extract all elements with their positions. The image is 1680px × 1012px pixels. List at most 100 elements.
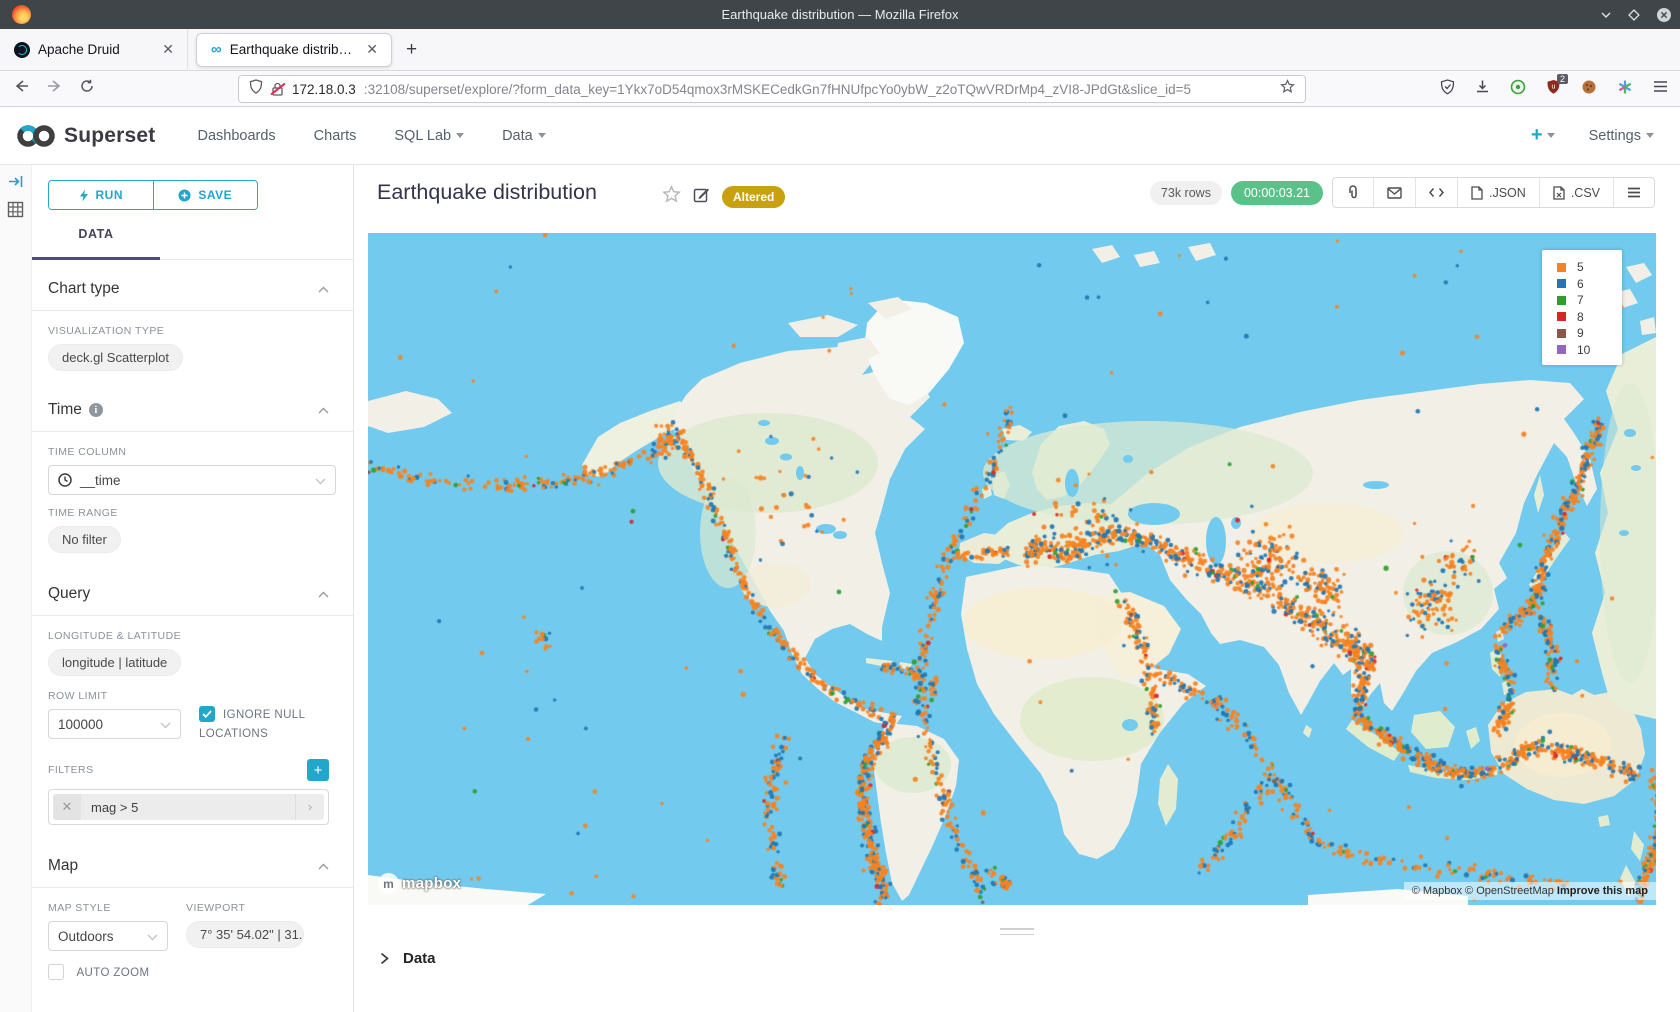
viewport-label: VIEWPORT (186, 902, 316, 914)
clock-icon (58, 473, 72, 487)
chart-menu-button[interactable] (1613, 178, 1654, 207)
section-query[interactable]: Query (32, 559, 353, 616)
window-maximize-icon[interactable] (1628, 9, 1640, 21)
map-style-select[interactable]: Outdoors (48, 921, 168, 951)
superset-favicon-icon: ∞ (211, 42, 222, 58)
time-range-value[interactable]: No filter (48, 526, 121, 553)
superset-logo[interactable]: Superset (16, 123, 155, 149)
viz-type-label: VISUALIZATION TYPE (48, 325, 329, 337)
window-titlebar: Earthquake distribution — Mozilla Firefo… (0, 0, 1680, 29)
pinwheel-extension-icon[interactable] (1617, 79, 1633, 100)
legend-label: 8 (1577, 310, 1584, 324)
new-item-button[interactable]: + (1531, 124, 1555, 147)
row-limit-select[interactable]: 100000 (48, 709, 181, 739)
tab-strip: Apache Druid ✕ ∞ Earthquake distribution… (0, 29, 1680, 71)
tracking-shield-icon[interactable] (249, 79, 263, 99)
viz-type-value[interactable]: deck.gl Scatterplot (48, 344, 183, 371)
window-close-icon[interactable] (1656, 7, 1672, 23)
tab-label: Apache Druid (38, 42, 151, 57)
time-range-label: TIME RANGE (48, 507, 329, 519)
nav-item-data[interactable]: Data (502, 128, 546, 144)
left-rail (0, 165, 32, 1012)
row-limit-label: ROW LIMIT (48, 690, 181, 702)
section-point-size[interactable]: Point Size (32, 988, 353, 1012)
browser-tab-earthquake-distribution[interactable]: ∞ Earthquake distribution ✕ (196, 33, 392, 67)
viewport-value[interactable]: 7° 35' 54.02" | 31... (186, 921, 304, 948)
chevron-up-icon (318, 863, 329, 870)
altered-badge[interactable]: Altered (722, 186, 785, 208)
section-map[interactable]: Map (32, 831, 353, 888)
active-tab-indicator (32, 257, 160, 260)
collapse-panel-icon[interactable] (7, 173, 24, 195)
data-panel-toggle[interactable]: Data (380, 950, 436, 967)
url-bar[interactable]: 172.18.0.3 :32108/superset/explore/?form_… (238, 75, 1306, 103)
panel-resize-handle[interactable] (1000, 928, 1034, 939)
new-tab-button[interactable]: + (406, 39, 417, 61)
privacy-extension-icon[interactable] (1510, 79, 1526, 100)
tab-close-icon[interactable]: ✕ (159, 41, 177, 58)
browser-tab-apache-druid[interactable]: Apache Druid ✕ (0, 29, 188, 71)
chevron-up-icon (318, 407, 329, 414)
legend-swatch (1557, 279, 1566, 288)
legend-item: 10 (1542, 342, 1622, 359)
protections-shield-icon[interactable] (1440, 79, 1455, 100)
export-json-button[interactable]: .JSON (1457, 178, 1539, 207)
chevron-down-icon (315, 478, 326, 485)
brand-name: Superset (64, 124, 155, 148)
add-filter-button[interactable]: + (307, 759, 329, 781)
legend-label: 9 (1577, 326, 1584, 340)
code-icon (1429, 187, 1444, 198)
auto-zoom-label: AUTO ZOOM (76, 967, 149, 979)
window-minimize-icon[interactable] (1600, 9, 1612, 21)
legend-swatch (1557, 312, 1566, 321)
ignore-null-checkbox[interactable] (199, 706, 215, 722)
tab-close-icon[interactable]: ✕ (363, 41, 381, 58)
menu-icon[interactable] (1653, 80, 1668, 98)
check-icon (202, 710, 212, 718)
superset-navbar: Superset Dashboards Charts SQL Lab Data … (0, 107, 1680, 165)
run-button[interactable]: RUN (49, 181, 154, 209)
legend-label: 6 (1577, 277, 1584, 291)
back-button[interactable] (14, 79, 29, 98)
url-path: :32108/superset/explore/?form_data_key=1… (364, 82, 1272, 97)
export-csv-button[interactable]: .CSV (1539, 178, 1613, 207)
chart-title: Earthquake distribution (377, 180, 597, 205)
nav-item-charts[interactable]: Charts (314, 128, 357, 144)
section-chart-type[interactable]: Chart type (32, 260, 353, 311)
chevron-up-icon (318, 591, 329, 598)
bookmark-star-icon[interactable] (1280, 79, 1295, 99)
url-host: 172.18.0.3 (292, 82, 356, 97)
settings-menu[interactable]: Settings (1589, 128, 1654, 144)
time-column-select[interactable]: __time (48, 465, 336, 495)
chevron-right-icon (380, 952, 389, 965)
nav-item-sql-lab[interactable]: SQL Lab (394, 128, 464, 144)
tab-data[interactable]: DATA (32, 227, 160, 241)
map-attribution: © Mapbox © OpenStreetMap Improve this ma… (1404, 882, 1656, 900)
nav-item-dashboards[interactable]: Dashboards (197, 128, 275, 144)
insecure-lock-icon[interactable] (271, 82, 284, 97)
cookie-extension-icon[interactable] (1581, 79, 1597, 100)
deckgl-scatter-map[interactable]: 5678910 m mapbox © Mapbox © OpenStreetMa… (368, 233, 1656, 905)
edit-properties-icon[interactable] (693, 186, 710, 208)
expand-filter-icon[interactable]: › (295, 794, 324, 820)
chevron-down-icon (147, 934, 158, 941)
save-button[interactable]: SAVE (154, 181, 258, 209)
ublock-icon[interactable]: u2 (1546, 79, 1561, 100)
chevron-down-icon (456, 133, 464, 138)
copy-link-button[interactable] (1333, 178, 1373, 207)
section-time[interactable]: Timei (32, 377, 353, 432)
lonlat-value[interactable]: longitude | latitude (48, 649, 181, 676)
reload-button[interactable] (80, 79, 94, 98)
download-icon[interactable] (1475, 79, 1490, 99)
time-column-label: TIME COLUMN (48, 446, 329, 458)
favorite-star-icon[interactable] (662, 185, 681, 209)
dataset-grid-icon[interactable] (7, 201, 24, 223)
forward-button[interactable] (47, 79, 62, 98)
improve-map-link[interactable]: Improve this map (1557, 885, 1648, 897)
email-button[interactable] (1373, 178, 1415, 207)
embed-code-button[interactable] (1415, 178, 1457, 207)
auto-zoom-checkbox[interactable] (48, 964, 64, 980)
filter-chip[interactable]: ✕ mag > 5 › (53, 794, 324, 820)
remove-filter-icon[interactable]: ✕ (53, 794, 81, 820)
mapbox-logo[interactable]: m mapbox (378, 873, 461, 894)
